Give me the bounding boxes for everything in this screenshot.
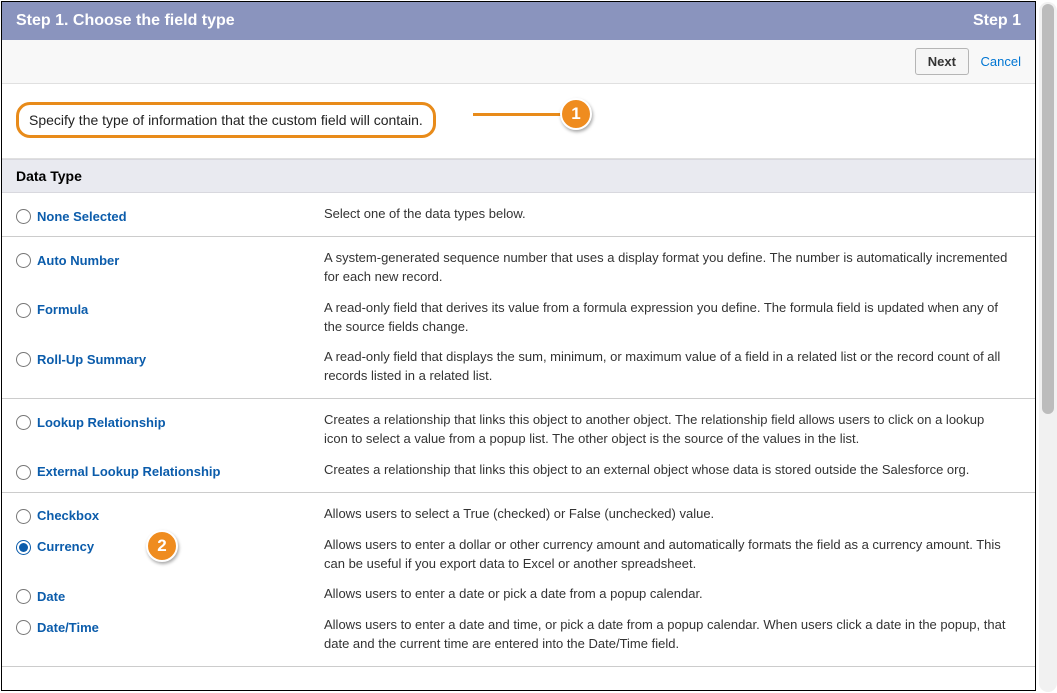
type-row: None Selected Select one of the data type… — [2, 199, 1035, 230]
type-label[interactable]: Auto Number — [37, 253, 119, 268]
callout-connector — [473, 113, 565, 116]
type-description: Allows users to enter a date or pick a d… — [324, 585, 1021, 604]
type-radio[interactable] — [16, 620, 31, 635]
type-radio[interactable] — [16, 352, 31, 367]
type-description: Creates a relationship that links this o… — [324, 411, 1021, 449]
instruction-row: Specify the type of information that the… — [2, 84, 1035, 159]
type-group: Lookup Relationship Creates a relationshi… — [2, 399, 1035, 493]
type-description: Creates a relationship that links this o… — [324, 461, 1021, 480]
type-label[interactable]: Date/Time — [37, 620, 99, 635]
type-radio[interactable] — [16, 540, 31, 555]
instruction-text: Specify the type of information that the… — [16, 102, 436, 138]
type-description: Allows users to select a True (checked) … — [324, 505, 1021, 524]
type-description: A read-only field that derives its value… — [324, 299, 1021, 337]
section-header-data-type: Data Type — [2, 159, 1035, 193]
type-radio[interactable] — [16, 465, 31, 480]
type-radio[interactable] — [16, 303, 31, 318]
callout-marker-1: 1 — [560, 98, 592, 130]
wizard-step-indicator: Step 1 — [973, 12, 1021, 30]
type-radio[interactable] — [16, 589, 31, 604]
type-description: Select one of the data types below. — [324, 205, 1021, 224]
next-button[interactable]: Next — [915, 48, 969, 75]
cancel-link[interactable]: Cancel — [981, 54, 1021, 69]
type-row: Formula A read-only field that derives it… — [2, 293, 1035, 343]
callout-marker-2: 2 — [146, 530, 178, 562]
type-group: Auto Number A system-generated sequence n… — [2, 237, 1035, 399]
type-row: Checkbox Allows users to select a True (c… — [2, 499, 1035, 530]
type-label[interactable]: Lookup Relationship — [37, 415, 166, 430]
type-row: Roll-Up Summary A read-only field that di… — [2, 342, 1035, 392]
type-description: Allows users to enter a date and time, o… — [324, 616, 1021, 654]
type-row: Currency 2 Allows users to enter a dollar … — [2, 530, 1035, 580]
wizard-title: Step 1. Choose the field type — [16, 12, 235, 30]
type-label[interactable]: Currency — [37, 539, 94, 554]
type-radio[interactable] — [16, 415, 31, 430]
type-group: Checkbox Allows users to select a True (c… — [2, 493, 1035, 667]
type-label[interactable]: None Selected — [37, 209, 127, 224]
wizard-header: Step 1. Choose the field type Step 1 — [2, 2, 1035, 40]
type-row: Date/Time Allows users to enter a date an… — [2, 610, 1035, 660]
type-row: Date Allows users to enter a date or pick… — [2, 579, 1035, 610]
scrollbar-thumb[interactable] — [1042, 4, 1054, 414]
type-row: External Lookup Relationship Creates a re… — [2, 455, 1035, 486]
type-label[interactable]: Formula — [37, 302, 88, 317]
type-radio[interactable] — [16, 253, 31, 268]
type-label[interactable]: External Lookup Relationship — [37, 464, 220, 479]
type-radio[interactable] — [16, 509, 31, 524]
type-description: Allows users to enter a dollar or other … — [324, 536, 1021, 574]
type-row: Lookup Relationship Creates a relationshi… — [2, 405, 1035, 455]
type-description: A read-only field that displays the sum,… — [324, 348, 1021, 386]
type-label[interactable]: Checkbox — [37, 508, 99, 523]
type-radio[interactable] — [16, 209, 31, 224]
type-group: None Selected Select one of the data type… — [2, 193, 1035, 237]
type-label[interactable]: Roll-Up Summary — [37, 352, 146, 367]
actions-bar: Next Cancel — [2, 40, 1035, 84]
type-label[interactable]: Date — [37, 589, 65, 604]
type-description: A system-generated sequence number that … — [324, 249, 1021, 287]
type-row: Auto Number A system-generated sequence n… — [2, 243, 1035, 293]
